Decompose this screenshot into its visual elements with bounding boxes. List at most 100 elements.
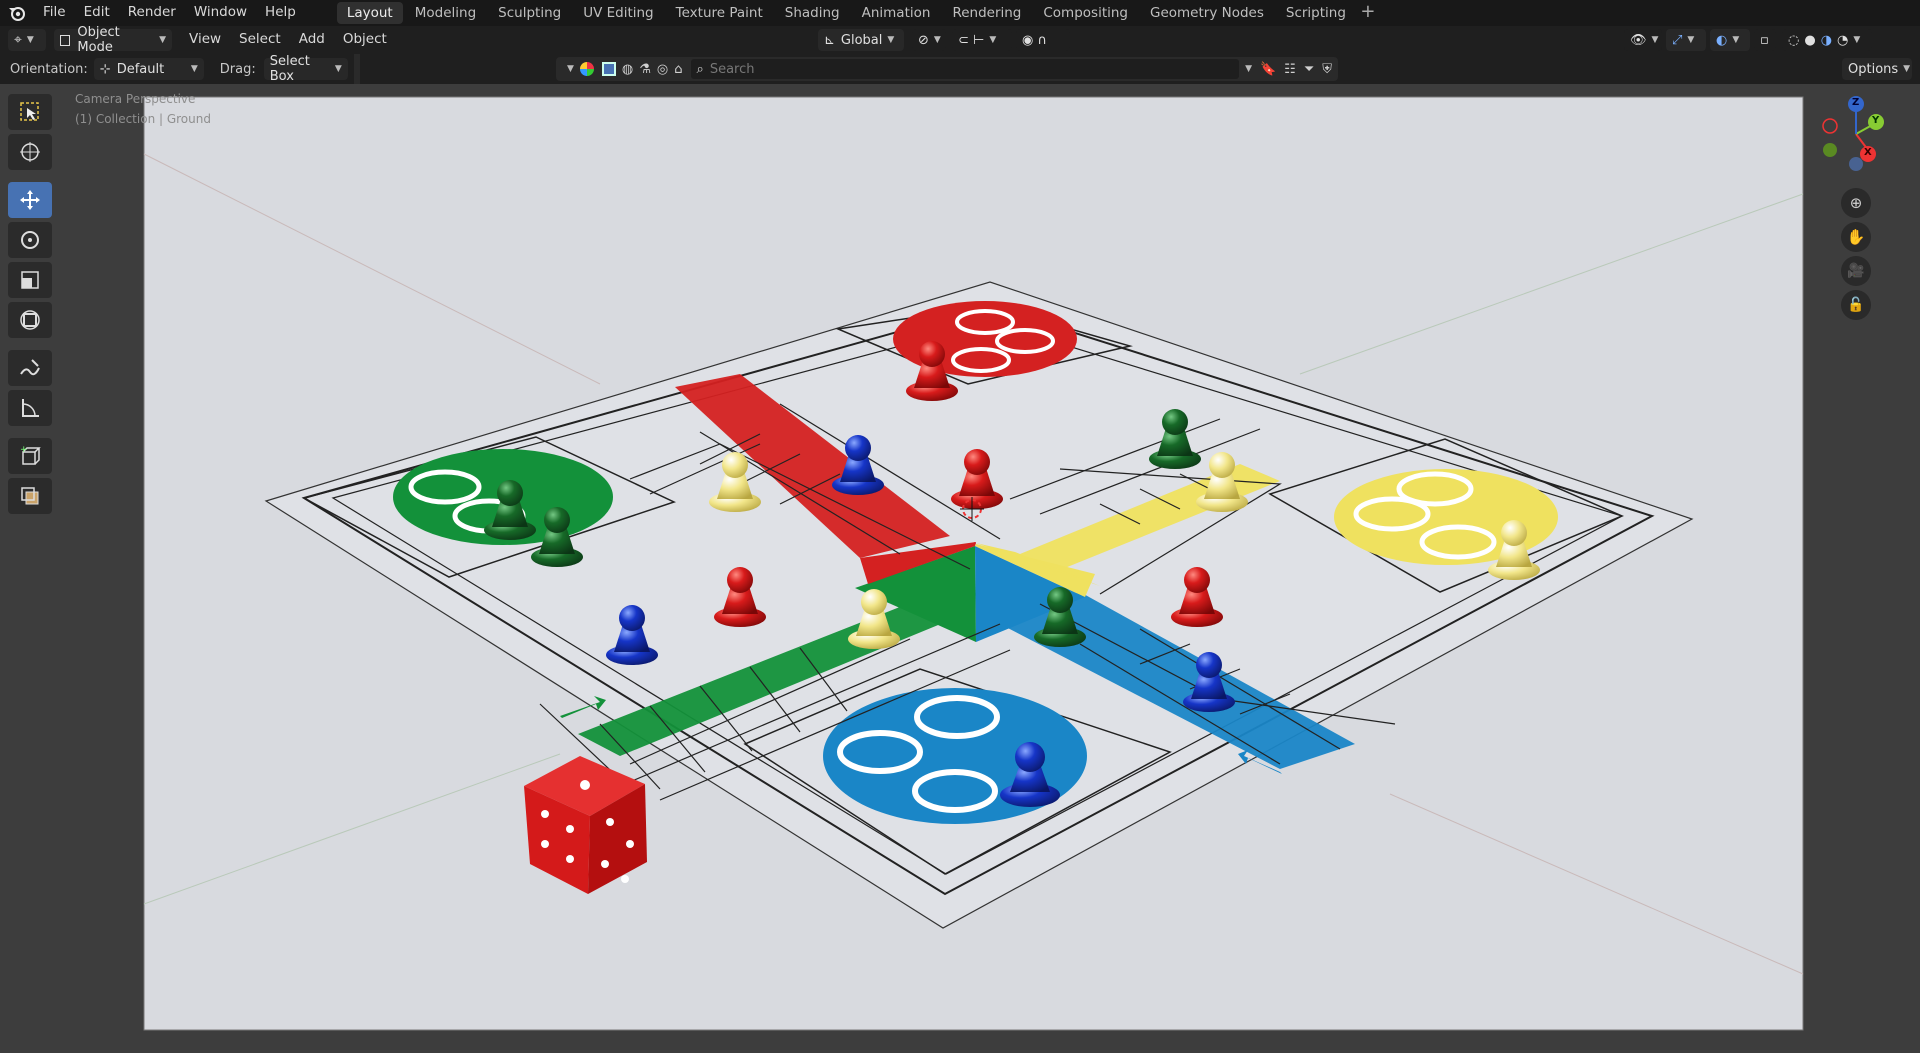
proportional-editing-button[interactable]: ◉ ∩ (1016, 29, 1070, 51)
tab-modeling[interactable]: Modeling (405, 2, 486, 24)
zoom-button[interactable]: ⊕ (1841, 188, 1871, 218)
wireframe-shading-icon[interactable]: ◌ (1788, 33, 1799, 48)
menu-render[interactable]: Render (119, 0, 185, 26)
measure-tool[interactable] (8, 390, 52, 426)
lock-camera-button[interactable]: 🔓 (1841, 290, 1871, 320)
node-filter-icon[interactable]: ⌂ (674, 62, 682, 77)
blender-logo-icon[interactable] (0, 0, 34, 26)
object-mode-icon (60, 34, 71, 46)
chevron-down-icon: ▼ (1732, 35, 1740, 45)
tab-compositing[interactable]: Compositing (1033, 2, 1138, 24)
camera-icon: 🎥 (1847, 263, 1865, 279)
chevron-down-icon: ▼ (190, 64, 198, 74)
material-shading-icon[interactable]: ◑ (1821, 33, 1832, 48)
rotate-tool[interactable] (8, 222, 52, 258)
shading-modes: ◌ ● ◑ ◔ ▼ (1782, 29, 1872, 51)
menu-select[interactable]: Select (230, 27, 290, 53)
solid-shading-icon[interactable]: ● (1804, 33, 1815, 48)
menu-object[interactable]: Object (334, 27, 396, 53)
tab-rendering[interactable]: Rendering (942, 2, 1031, 24)
divider (353, 54, 360, 84)
pan-button[interactable]: ✋ (1841, 222, 1871, 252)
transform-orientation-label: Global (840, 32, 883, 48)
select-box-tool[interactable] (8, 94, 52, 130)
eye-icon: 👁 (1630, 32, 1647, 48)
xray-icon: ▫ (1760, 32, 1769, 48)
options-label: Options (1848, 61, 1899, 77)
gizmo-icon: ⤢ (1672, 32, 1683, 48)
gizmo-toggle-button[interactable]: ⤢ ▼ (1666, 29, 1706, 51)
tab-layout[interactable]: Layout (336, 2, 403, 24)
xray-button[interactable]: ▫ (1754, 29, 1776, 51)
color-palette-icon[interactable] (579, 62, 594, 76)
add-cube-tool[interactable]: + (8, 438, 52, 474)
transform-orientation-dropdown[interactable]: ⊾ Global ▼ (818, 29, 904, 51)
tab-uv-editing[interactable]: UV Editing (573, 2, 663, 24)
tab-texture-paint[interactable]: Texture Paint (666, 2, 773, 24)
scale-tool[interactable] (8, 262, 52, 298)
orientation-dropdown[interactable]: ⊹ Default ▼ (93, 58, 204, 80)
tab-sculpting[interactable]: Sculpting (488, 2, 571, 24)
search-placeholder: Search (709, 61, 755, 77)
tab-scripting[interactable]: Scripting (1276, 2, 1356, 24)
overlays-icon: ◐ (1716, 32, 1728, 48)
menu-edit[interactable]: Edit (75, 0, 119, 26)
extrude-tool[interactable] (8, 478, 52, 514)
menu-add[interactable]: Add (290, 27, 334, 53)
orientation-label: Orientation: (10, 61, 88, 77)
menu-window[interactable]: Window (185, 0, 256, 26)
pivot-point-button[interactable]: ⊘ ▼ (912, 29, 946, 51)
camera-view-button[interactable]: 🎥 (1841, 256, 1871, 286)
orientation-axis-icon: ⊹ (99, 61, 111, 77)
3d-viewport[interactable]: Camera Perspective (1) Collection | Grou… (0, 84, 1920, 1053)
mode-dropdown[interactable]: Object Mode ▼ (54, 25, 172, 55)
asset-shelf-bar: ▼ ◍ ⚗ ◎ ⌂ ⌕ Search ▼ 🔖 ☷ ⏷ ⛨ (556, 57, 1338, 81)
chevron-down-icon[interactable]: ▼ (1245, 64, 1252, 74)
chevron-down-icon[interactable]: ▼ (567, 64, 574, 74)
transform-tool[interactable] (8, 302, 52, 338)
rendered-shading-icon[interactable]: ◔ (1837, 33, 1848, 48)
select-box-icon (20, 102, 39, 121)
viewport-camera-label: Camera Perspective (75, 92, 196, 106)
chevron-down-icon: ▼ (1651, 35, 1659, 45)
menu-help[interactable]: Help (256, 0, 305, 26)
navigation-gizmo: X Y Z ⊕ ✋ 🎥 🔓 (1806, 96, 1906, 326)
transform-icon (20, 310, 40, 330)
chevron-down-icon: ▼ (26, 35, 34, 45)
measure-icon (22, 399, 39, 417)
chevron-down-icon: ▼ (1903, 64, 1911, 74)
viewport-scene (143, 96, 1804, 1031)
axis-gizmo[interactable] (1806, 96, 1906, 176)
annotate-tool[interactable] (8, 350, 52, 386)
visibility-button[interactable]: 👁 ▼ (1624, 29, 1662, 51)
annotate-icon (20, 359, 40, 376)
editor-type-icon: ⌖ (14, 32, 22, 48)
extrude-icon (21, 487, 39, 505)
object-filter-icon[interactable] (601, 62, 616, 76)
tab-geometry-nodes[interactable]: Geometry Nodes (1140, 2, 1274, 24)
bookmark-icon[interactable]: 🔖 (1260, 62, 1276, 77)
cursor-tool[interactable] (8, 134, 52, 170)
drag-dropdown[interactable]: Select Box ▼ (263, 54, 348, 84)
menu-file[interactable]: File (34, 0, 75, 26)
menu-view[interactable]: View (180, 27, 230, 53)
chevron-down-icon: ▼ (989, 35, 997, 45)
overlays-button[interactable]: ◐ ▼ (1710, 29, 1750, 51)
world-filter-icon[interactable]: ◎ (657, 62, 668, 77)
move-tool[interactable] (8, 182, 52, 218)
shield-icon[interactable]: ⛨ (1322, 62, 1332, 77)
chevron-down-icon: ▼ (1853, 35, 1861, 45)
add-workspace-button[interactable]: + (1358, 2, 1378, 24)
snapping-button[interactable]: ⊂ ⊢ ▼ (952, 29, 1012, 51)
editor-type-button[interactable]: ⌖ ▼ (8, 29, 46, 51)
display-mode-icon[interactable]: ☷ (1284, 62, 1296, 77)
chevron-down-icon: ▼ (933, 35, 941, 45)
material-filter-icon[interactable]: ⚗ (639, 62, 651, 77)
tab-animation[interactable]: Animation (852, 2, 941, 24)
mesh-filter-icon[interactable]: ◍ (622, 62, 633, 77)
asset-search-input[interactable]: ⌕ Search (690, 59, 1240, 79)
filter-icon[interactable]: ⏷ (1304, 62, 1314, 77)
tab-shading[interactable]: Shading (775, 2, 850, 24)
options-dropdown[interactable]: Options ▼ (1842, 58, 1912, 80)
mode-label: Object Mode (77, 25, 120, 55)
